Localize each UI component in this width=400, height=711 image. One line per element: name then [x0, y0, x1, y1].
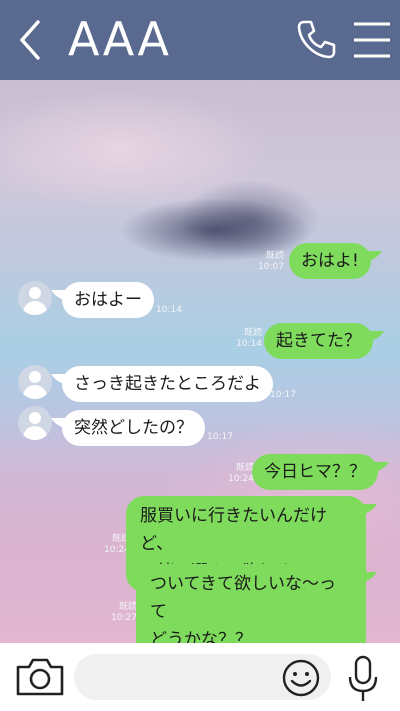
message-bubble-incoming[interactable]: さっき起きたところだよ — [62, 366, 273, 402]
avatar[interactable] — [18, 406, 52, 440]
message-line: ついてきて欲しいな〜って — [150, 574, 336, 622]
message-time: 10:07 — [258, 262, 284, 272]
message-meta: 既読 10:14 — [230, 328, 262, 350]
message-meta: 既読 10:24 — [222, 463, 254, 485]
message-time: 10:14 — [156, 305, 182, 315]
camera-icon[interactable] — [14, 657, 66, 697]
message-time: 10:14 — [236, 339, 262, 349]
emoji-smile-icon[interactable] — [281, 658, 321, 698]
chat-header: AAA — [0, 0, 400, 80]
avatar[interactable] — [18, 365, 52, 399]
chat-footer — [0, 643, 400, 711]
avatar[interactable] — [18, 281, 52, 315]
chat-title: AAA — [68, 12, 171, 66]
message-line: 服買いに行きたいんだけど、 — [140, 506, 327, 554]
read-receipt: 既読 — [235, 463, 254, 473]
message-time: 10:24 — [228, 474, 254, 484]
message-bubble-incoming[interactable]: 突然どしたの？ — [62, 410, 205, 446]
chevron-left-icon[interactable] — [14, 18, 48, 62]
read-receipt: 既読 — [243, 328, 262, 338]
message-bubble-incoming[interactable]: おはよー — [62, 282, 154, 318]
message-bubble-outgoing[interactable]: おはよ! — [289, 243, 371, 279]
phone-icon[interactable] — [292, 16, 340, 64]
read-receipt: 既読 — [265, 251, 284, 261]
microphone-icon[interactable] — [346, 655, 380, 705]
message-bubble-outgoing[interactable]: ついてきて欲しいな〜って どうかな？？ — [136, 564, 366, 643]
message-line: どうかな？？ — [150, 630, 252, 643]
read-receipt: 既読 — [118, 602, 137, 612]
hamburger-menu-icon[interactable] — [350, 16, 394, 64]
message-time: 10:17 — [270, 390, 296, 400]
message-bubble-outgoing[interactable]: 今日ヒマ？？ — [252, 454, 378, 490]
message-time: 10:27 — [111, 613, 137, 623]
chat-area[interactable]: 既読 10:07 おはよ! おはよー 10:14 既読 10:14 起きてた？ … — [0, 80, 400, 643]
message-time: 10:17 — [207, 432, 233, 442]
message-meta: 既読 10:27 — [105, 602, 137, 624]
message-bubble-outgoing[interactable]: 起きてた？ — [264, 323, 373, 359]
message-meta: 既読 10:07 — [252, 251, 284, 273]
